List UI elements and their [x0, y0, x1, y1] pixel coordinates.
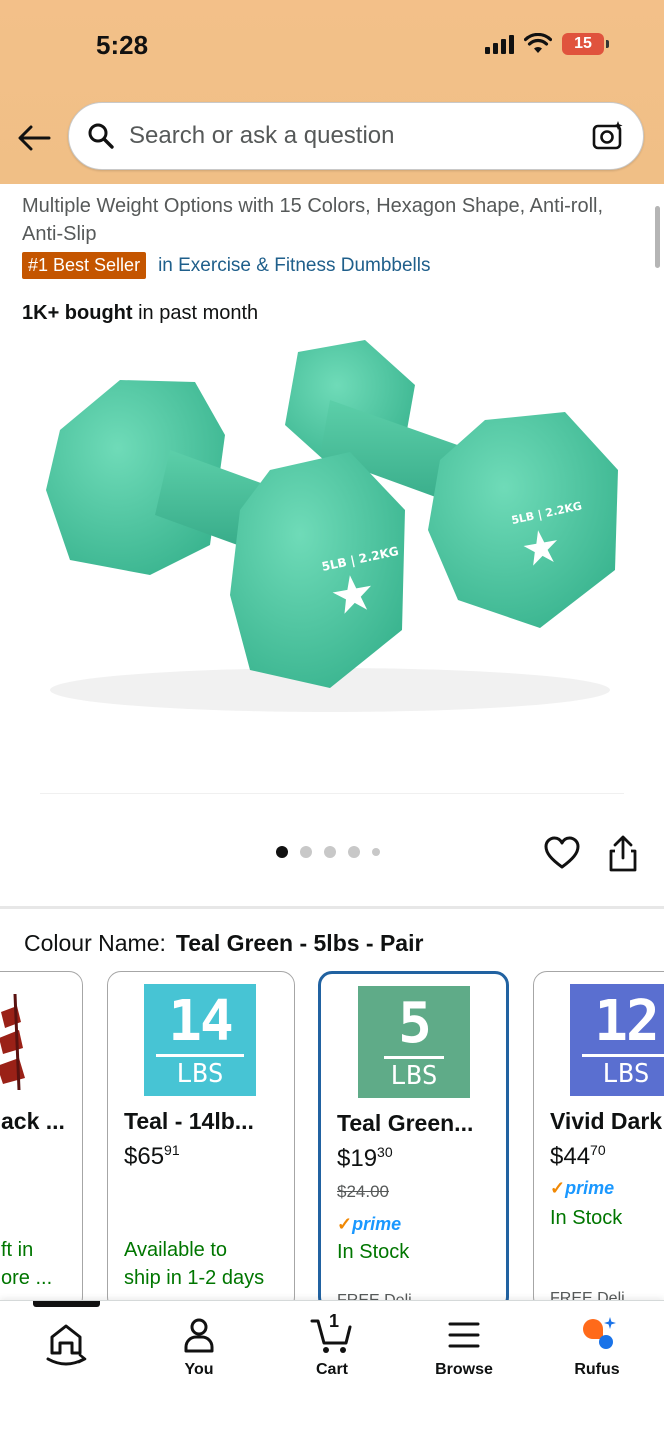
share-button[interactable]	[606, 834, 640, 874]
swatch-image-number: 5	[398, 991, 432, 1056]
prime-check-icon: ✓	[337, 1214, 353, 1234]
colour-name-label: Colour Name:	[24, 930, 166, 956]
swatch-image-unit: LBS	[384, 1056, 444, 1091]
swatch-name: Teal - 14lb...	[124, 1108, 254, 1134]
product-badges: #1 Best Seller in Exercise & Fitness Dum…	[22, 252, 431, 279]
swatch-list-price: $24.00	[337, 1182, 389, 1201]
swatch-price: $1930	[337, 1144, 393, 1173]
gallery-dot[interactable]	[348, 846, 360, 858]
wifi-icon	[524, 33, 552, 53]
colour-swatch[interactable]: 14 LBS Teal - 14lb... $6591 Available to…	[107, 971, 295, 1311]
colour-swatch[interactable]: ack ... ft in ore ...	[0, 971, 83, 1311]
status-time: 5:28	[96, 30, 149, 60]
swatch-stock-line2: ore ...	[1, 1267, 53, 1289]
person-icon	[184, 1318, 214, 1353]
colour-name-row: Colour Name: Teal Green - 5lbs - Pair	[24, 930, 423, 957]
best-seller-badge[interactable]: #1 Best Seller	[22, 252, 147, 279]
swatch-stock-line1: ft in	[1, 1239, 34, 1261]
swatch-price: $6591	[124, 1142, 180, 1171]
swatch-price-main: $65	[124, 1143, 165, 1170]
home-icon	[46, 1324, 87, 1366]
menu-icon	[448, 1322, 480, 1348]
swatch-image: 5 LBS	[358, 986, 470, 1098]
gallery-dot[interactable]	[324, 846, 336, 858]
product-title[interactable]: Multiple Weight Options with 15 Colors, …	[22, 192, 642, 248]
share-icon	[609, 835, 637, 872]
product-image[interactable]: 5LB | 2.2KG 5LB | 2.2KG	[30, 340, 630, 800]
section-divider	[0, 906, 664, 909]
swatch-stock: In Stock	[337, 1241, 410, 1263]
swatch-image: 14 LBS	[144, 984, 256, 1096]
prime-label: prime	[565, 1178, 615, 1198]
nav-browse-label: Browse	[435, 1361, 493, 1378]
cart-icon-wrap: 1	[310, 1311, 354, 1355]
swatch-image: 12 LBS	[570, 984, 664, 1096]
swatch-stock: Available to ship in 1-2 days	[124, 1236, 264, 1292]
nav-rufus-label: Rufus	[574, 1361, 620, 1378]
wishlist-button[interactable]	[543, 835, 581, 871]
active-tab-indicator	[33, 1301, 100, 1307]
swatch-image-unit: LBS	[582, 1054, 664, 1089]
nav-you-label: You	[184, 1361, 214, 1378]
back-button[interactable]	[14, 118, 54, 158]
gallery-dot[interactable]	[300, 846, 312, 858]
swatch-price-main: $44	[550, 1143, 591, 1170]
image-divider	[40, 793, 624, 794]
status-icons: 15	[485, 33, 609, 55]
gallery-dots[interactable]	[276, 846, 380, 858]
heart-icon	[544, 836, 580, 869]
bought-count-rest: in past month	[132, 302, 259, 324]
battery-icon: 15	[562, 33, 609, 55]
prime-badge: ✓prime	[550, 1178, 614, 1199]
search-bar[interactable]	[68, 102, 644, 170]
swatch-image-unit: LBS	[156, 1054, 244, 1089]
prime-check-icon: ✓	[550, 1178, 566, 1198]
swatch-name: Vivid Dark	[550, 1108, 663, 1134]
swatch-price-cents: 91	[164, 1142, 180, 1158]
swatch-stock-line2: ship in 1-2 days	[124, 1267, 265, 1289]
app-header: 5:28 15	[0, 0, 664, 184]
rufus-icon	[583, 1317, 616, 1349]
bought-count-strong: 1K+ bought	[22, 302, 133, 324]
swatch-image	[0, 993, 25, 1091]
signal-icon	[485, 34, 514, 54]
swatch-price: $4470	[550, 1142, 606, 1171]
gallery-dot[interactable]	[372, 848, 380, 856]
nav-home[interactable]	[16, 1315, 116, 1395]
back-arrow-icon	[18, 125, 51, 151]
swatch-price-main: $19	[337, 1145, 378, 1172]
colour-name-value: Teal Green - 5lbs - Pair	[175, 930, 424, 956]
swatch-name: Teal Green...	[337, 1110, 474, 1136]
gallery-dot[interactable]	[276, 846, 288, 858]
bought-count: 1K+ bought in past month	[22, 302, 258, 325]
prime-label: prime	[352, 1214, 402, 1234]
category-link[interactable]: in Exercise & Fitness Dumbbells	[158, 255, 430, 277]
swatch-stock-line1: Available to	[124, 1239, 228, 1261]
swatch-stock: ft in ore ...	[1, 1236, 52, 1292]
swatch-price-cents: 30	[377, 1144, 393, 1160]
swatch-price-cents: 70	[590, 1142, 606, 1158]
swatch-stock: In Stock	[550, 1207, 623, 1229]
nav-browse[interactable]: Browse	[414, 1315, 514, 1395]
scrollbar[interactable]	[655, 206, 660, 268]
swatch-name: ack ...	[1, 1108, 65, 1134]
product-page: 5:28 15 Search or ask a question Multipl…	[0, 0, 664, 1440]
swatch-image-number: 14	[168, 989, 233, 1054]
nav-rufus[interactable]: Rufus	[547, 1315, 647, 1395]
camera-scan-icon[interactable]	[591, 119, 625, 153]
colour-swatch[interactable]: 12 LBS Vivid Dark $4470 ✓prime In Stock …	[533, 971, 664, 1311]
cart-count: 1	[329, 1311, 340, 1331]
search-icon	[88, 123, 114, 149]
nav-you[interactable]: You	[149, 1315, 249, 1395]
colour-swatch-selected[interactable]: 5 LBS Teal Green... $1930 $24.00 ✓prime …	[318, 971, 509, 1311]
prime-badge: ✓prime	[337, 1214, 401, 1235]
search-input[interactable]	[129, 122, 591, 150]
nav-cart-label: Cart	[315, 1361, 348, 1378]
bottom-nav: You 1 Cart Browse Rufus	[0, 1300, 664, 1440]
nav-cart[interactable]: 1 Cart	[282, 1311, 382, 1395]
swatch-image-number: 12	[594, 989, 659, 1054]
